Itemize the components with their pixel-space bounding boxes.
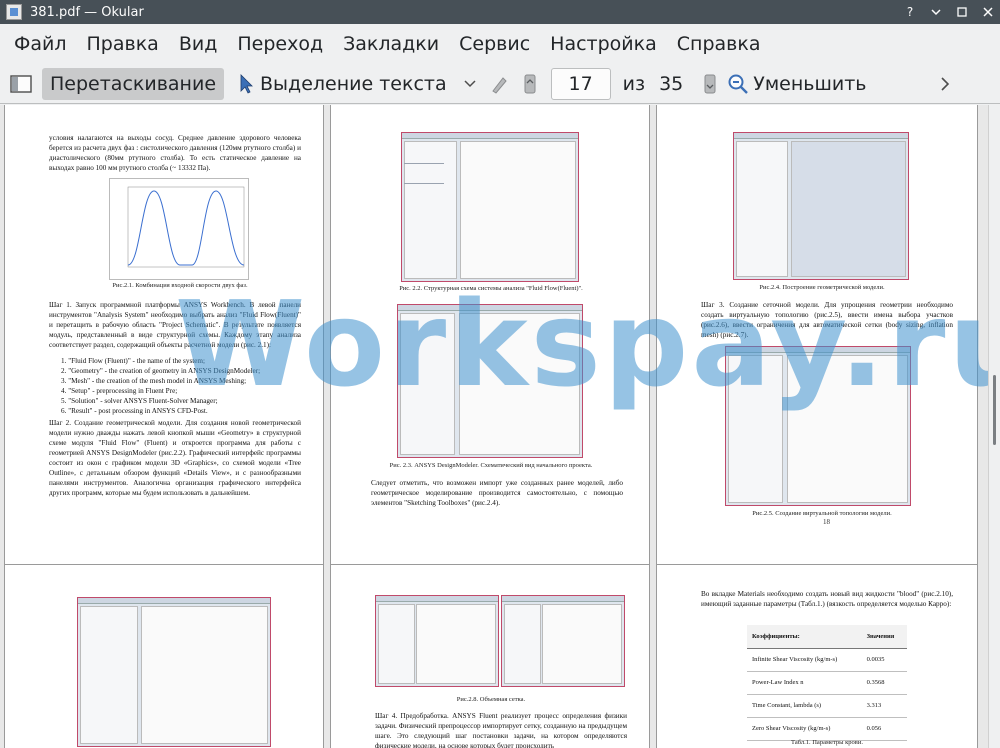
list-item: 3. "Mesh" - the creation of the mesh mod…: [61, 377, 247, 385]
maximize-icon[interactable]: [956, 6, 968, 18]
title-bar: 381.pdf — Okular ?: [0, 0, 1000, 24]
table-header: Значения: [861, 625, 907, 649]
zoom-out-icon: [728, 74, 749, 94]
table-row: Power-Law Index n 0.3568: [747, 671, 907, 695]
pdf-file-icon: [6, 4, 22, 20]
drag-mode-label: Перетаскивание: [50, 72, 217, 95]
p20-screenshot-right: [501, 595, 625, 687]
p16-para1: условия налагаются на выходы сосуд. Сред…: [49, 134, 301, 172]
p20-caption: Рис.2.8. Объемная сетка.: [456, 696, 526, 703]
table-cell: 0.056: [861, 717, 907, 741]
menu-go[interactable]: Переход: [227, 33, 333, 55]
zoom-out-button[interactable]: Уменьшить: [725, 68, 874, 100]
list-item: 6. "Result" - post processing in ANSYS C…: [61, 407, 208, 415]
table-cell: 3.313: [861, 694, 907, 718]
p19-screenshot: [77, 597, 271, 747]
table-cell: 0.3568: [861, 671, 907, 695]
page-number-18: 18: [823, 518, 830, 526]
velocity-plot: [127, 186, 245, 268]
table-cell: 0.0035: [861, 648, 907, 672]
pdf-page-21: Во вкладке Materials необходимо создать …: [656, 564, 978, 748]
previous-page-icon[interactable]: [519, 73, 541, 95]
table-row: Infinite Shear Viscosity (kg/m-s) 0.0035: [747, 648, 907, 672]
annotate-pen-icon[interactable]: [489, 73, 511, 95]
window-title: 381.pdf — Okular: [30, 4, 144, 20]
zoom-out-label: Уменьшить: [753, 72, 867, 95]
chevron-down-icon[interactable]: [459, 73, 481, 95]
scrollbar-thumb[interactable]: [993, 375, 996, 445]
text-select-button[interactable]: Выделение текста: [238, 68, 455, 100]
p16-para3: Шаг 2. Создание геометрической модели. Д…: [49, 419, 301, 497]
menu-bookmarks[interactable]: Закладки: [333, 33, 449, 55]
table-cell: Zero Shear Viscosity (kg/m-s): [747, 717, 862, 741]
table-header: Коэффициенты:: [747, 625, 862, 649]
list-item: 5. "Solution" - solver ANSYS Fluent-Solv…: [61, 397, 218, 405]
next-page-icon[interactable]: [699, 73, 721, 95]
total-pages: 35: [659, 72, 684, 95]
sidebar-toggle-button[interactable]: [6, 69, 36, 99]
p16-list: 1. "Fluid Flow (Fluent)" - the name of t…: [61, 356, 301, 416]
table-row: Zero Shear Viscosity (kg/m-s) 0.056: [747, 717, 907, 741]
menu-help[interactable]: Справка: [667, 33, 771, 55]
p20-para: Шаг 4. Предобработка. ANSYS Fluent реали…: [375, 712, 627, 748]
menu-tools[interactable]: Сервис: [449, 33, 540, 55]
p17-para: Следует отметить, что возможен импорт уж…: [371, 479, 623, 507]
list-item: 4. "Setup" - preprocessing in Fluent Pre…: [61, 387, 178, 395]
text-select-label: Выделение текста: [260, 72, 447, 95]
main-toolbar: Перетаскивание Выделение текста из 35 Ум…: [0, 64, 1000, 104]
close-icon[interactable]: [982, 6, 994, 18]
p20-screenshot-left: [375, 595, 499, 687]
p18-screenshot-1: [733, 132, 909, 280]
toolbar-overflow-icon[interactable]: [934, 73, 956, 95]
pdf-page-20: Рис.2.8. Объемная сетка. Шаг 4. Предобра…: [330, 564, 650, 748]
table-cell: Power-Law Index n: [747, 671, 862, 695]
p21-caption: Табл.1. Параметры крови.: [791, 739, 863, 746]
list-item: 2. "Geometry" - the creation of geometry…: [61, 367, 261, 375]
menu-file[interactable]: Файл: [4, 33, 77, 55]
p16-para2: Шаг 1. Запуск программной платформы ANSY…: [49, 301, 301, 349]
document-view[interactable]: условия налагаются на выходы сосуд. Сред…: [0, 105, 988, 748]
menu-edit[interactable]: Правка: [77, 33, 169, 55]
drag-mode-button[interactable]: Перетаскивание: [42, 67, 225, 100]
p18-caption-2: Рис.2.5. Создание виртуальной топологии …: [752, 510, 892, 517]
p21-para: Во вкладке Materials необходимо создать …: [701, 590, 953, 608]
table-cell: Time Constant, lambda (s): [747, 694, 862, 718]
table-cell: Infinite Shear Viscosity (kg/m-s): [747, 648, 862, 672]
p17-caption-2: Рис. 2.3. ANSYS DesignModeler. Схематиче…: [389, 462, 593, 469]
p18-para: Шаг 3. Создание сеточной модели. Для упр…: [701, 301, 953, 339]
minimize-icon[interactable]: [930, 6, 942, 18]
page-number-input[interactable]: [550, 67, 611, 100]
menu-settings[interactable]: Настройка: [540, 33, 667, 55]
menu-view[interactable]: Вид: [169, 33, 228, 55]
p16-plot-figure: [109, 178, 249, 280]
p17-screenshot-1: [401, 132, 579, 282]
p17-screenshot-2: [397, 304, 583, 458]
sidebar-icon: [10, 74, 32, 93]
list-item: 1. "Fluid Flow (Fluent)" - the name of t…: [61, 357, 206, 365]
p18-caption-1: Рис.2.4. Построение геометрической модел…: [759, 284, 885, 291]
menu-bar: Файл Правка Вид Переход Закладки Сервис …: [0, 24, 1000, 64]
p17-caption-1: Рис. 2.2. Структурная схема системы анал…: [399, 285, 583, 292]
page-of-label: из: [622, 72, 646, 95]
help-icon[interactable]: ?: [904, 5, 916, 19]
cursor-arrow-icon: [240, 73, 253, 94]
table-row: Time Constant, lambda (s) 3.313: [747, 694, 907, 718]
p16-fig-caption: Рис.2.1. Комбинация входной скорости дву…: [112, 282, 248, 289]
vertical-scrollbar[interactable]: [988, 105, 1000, 748]
viscosity-table: Коэффициенты: Значения Infinite Shear Vi…: [747, 625, 907, 741]
p18-screenshot-2: [725, 346, 911, 506]
window-controls: ?: [904, 0, 994, 24]
table-header-row: Коэффициенты: Значения: [747, 625, 907, 649]
pdf-page-19: [4, 564, 324, 748]
